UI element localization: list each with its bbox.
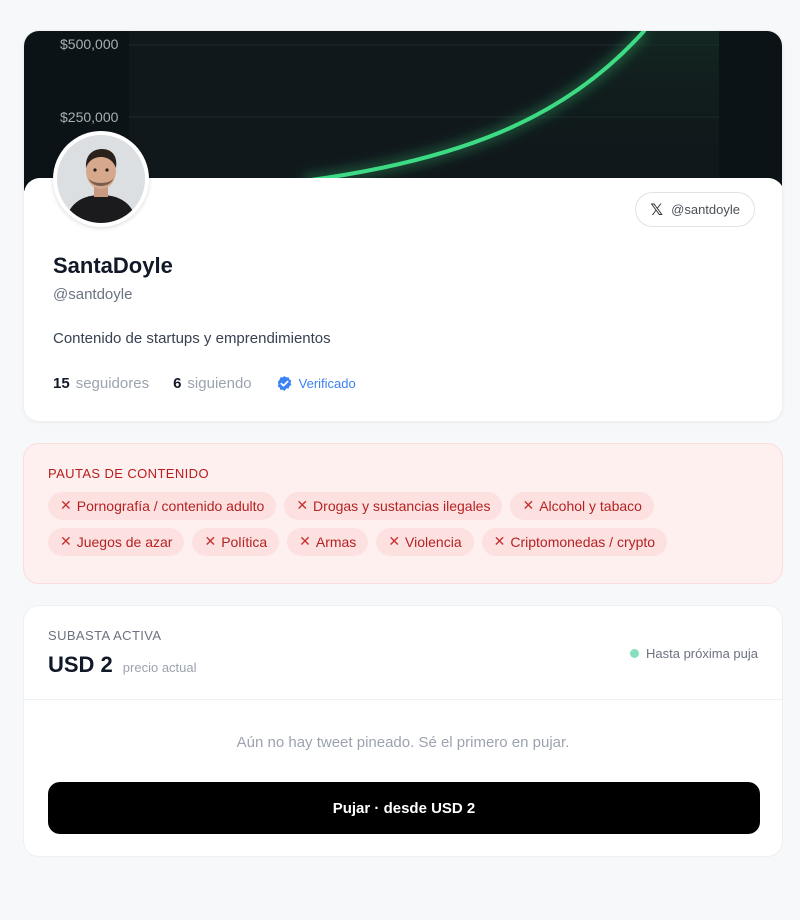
avatar-photo: [57, 135, 145, 223]
verified-badge: Verificado: [276, 375, 356, 392]
avatar[interactable]: [53, 131, 149, 227]
guideline-chip: ✕ Criptomonedas / crypto: [481, 528, 668, 556]
profile-handle: @santdoyle: [53, 286, 133, 303]
status-label: Hasta próxima puja: [646, 646, 758, 661]
guideline-chip-label: Drogas y sustancias ilegales: [313, 498, 491, 514]
following-count: 6: [173, 375, 182, 392]
close-icon: ✕: [522, 498, 535, 514]
status-dot-icon: [630, 649, 639, 658]
guideline-chip: ✕ Juegos de azar: [48, 528, 185, 556]
current-price: USD 2 precio actual: [48, 652, 197, 678]
guideline-chip-label: Pornografía / contenido adulto: [76, 498, 265, 514]
profile-card: $500,000 $250,000 𝕏 @santdoyle SantaDoyl…: [23, 30, 783, 422]
verified-check-icon: [277, 376, 291, 391]
x-profile-link[interactable]: 𝕏 @santdoyle: [635, 192, 755, 227]
guideline-chip: ✕ Alcohol y tabaco: [510, 492, 654, 520]
followers-label: seguidores: [75, 375, 150, 392]
close-icon: ✕: [299, 534, 311, 550]
guideline-chip-label: Alcohol y tabaco: [539, 498, 642, 514]
guidelines-title: PAUTAS DE CONTENIDO: [48, 466, 209, 481]
guideline-chip: ✕ Política: [192, 528, 280, 556]
y-axis-label: $500,000: [60, 36, 119, 52]
guideline-chip-label: Criptomonedas / crypto: [510, 534, 656, 550]
auction-card: SUBASTA ACTIVA USD 2 precio actual Hasta…: [23, 605, 783, 857]
guideline-chip: ✕ Armas: [287, 528, 369, 556]
x-handle-label: @santdoyle: [671, 202, 740, 217]
profile-bio: Contenido de startups y emprendimientos: [53, 330, 331, 347]
verified-label: Verificado: [298, 376, 356, 391]
auction-status: Hasta próxima puja: [630, 646, 758, 661]
followers-count: 15: [53, 375, 70, 392]
auction-title: SUBASTA ACTIVA: [48, 628, 162, 643]
divider: [24, 699, 782, 700]
price-label: precio actual: [122, 660, 197, 675]
profile-stats: 15 seguidores 6 siguiendo Verificado: [53, 375, 356, 392]
bid-button[interactable]: Pujar · desde USD 2: [48, 782, 760, 834]
empty-state-text: Aún no hay tweet pineado. Sé el primero …: [236, 734, 570, 751]
close-icon: ✕: [60, 534, 72, 550]
close-icon: ✕: [388, 534, 401, 550]
guideline-chip-label: Política: [221, 534, 268, 550]
x-logo-icon: 𝕏: [650, 200, 664, 219]
guideline-chip-label: Violencia: [405, 534, 462, 550]
close-icon: ✕: [204, 534, 217, 550]
y-axis-label: $250,000: [60, 109, 119, 125]
following-label: siguiendo: [187, 375, 252, 392]
content-guidelines: PAUTAS DE CONTENIDO ✕ Pornografía / conte…: [23, 443, 783, 584]
close-icon: ✕: [493, 534, 506, 550]
close-icon: ✕: [296, 498, 309, 514]
price-amount: USD 2: [48, 652, 113, 677]
close-icon: ✕: [60, 498, 72, 514]
guideline-chip: ✕ Drogas y sustancias ilegales: [284, 492, 503, 520]
guideline-chip: ✕ Pornografía / contenido adulto: [48, 492, 277, 520]
guideline-chip-label: Juegos de azar: [76, 534, 173, 550]
profile-name: SantaDoyle: [53, 253, 173, 278]
profile-info: 𝕏 @santdoyle SantaDoyle @santdoyle Conte…: [24, 178, 782, 421]
guidelines-chip-list: ✕ Pornografía / contenido adulto ✕ Drogas …: [48, 492, 748, 556]
guideline-chip-label: Armas: [315, 534, 357, 550]
guideline-chip: ✕ Violencia: [376, 528, 474, 556]
